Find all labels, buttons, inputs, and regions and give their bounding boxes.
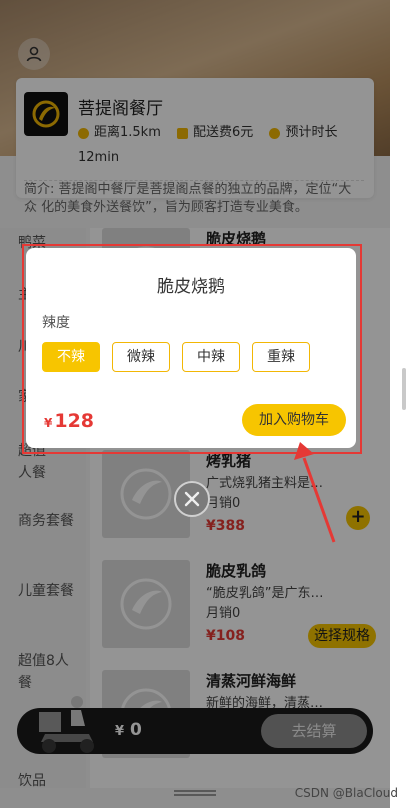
- scrollbar-thumb[interactable]: [402, 368, 406, 410]
- annotation-arrow: [294, 442, 336, 543]
- watermark: CSDN @BlaCloud: [294, 786, 398, 800]
- highlight-outline: [22, 244, 362, 454]
- close-icon[interactable]: [174, 481, 210, 517]
